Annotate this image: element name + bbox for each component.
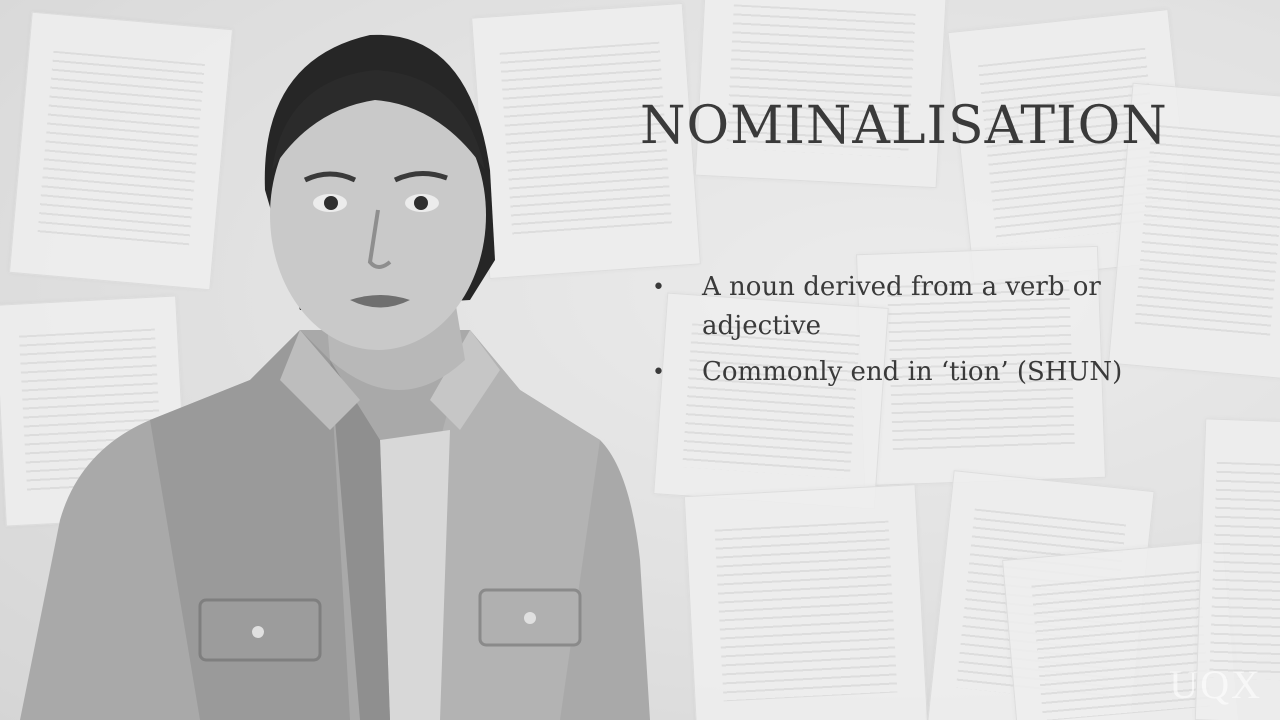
bullet-item: • Commonly end in ‘tion’ (SHUN)	[650, 353, 1170, 392]
bullet-icon: •	[652, 360, 665, 385]
bullet-text: Commonly end in ‘tion’ (SHUN)	[702, 357, 1123, 387]
bullet-item: • A noun derived from a verb or adjectiv…	[650, 268, 1170, 346]
bullet-text: A noun derived from a verb or adjective	[702, 272, 1101, 341]
uqx-watermark-logo: UQX	[1169, 662, 1262, 707]
bullet-icon: •	[652, 275, 665, 300]
presenter-figure	[20, 34, 650, 720]
slide-title: NOMINALISATION	[640, 96, 1168, 156]
bullet-list: • A noun derived from a verb or adjectiv…	[650, 268, 1170, 399]
video-frame: NOMINALISATION • A noun derived from a v…	[0, 0, 1280, 720]
